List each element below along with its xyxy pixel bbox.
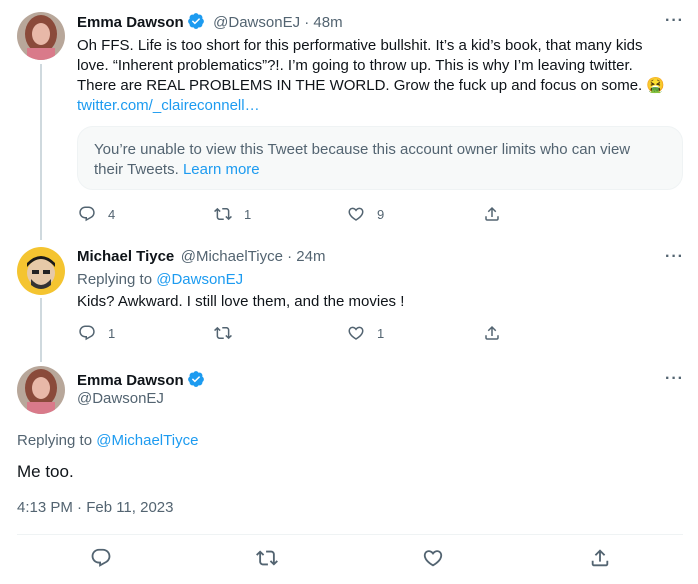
tweet-text: Kids? Awkward. I still love them, and th… bbox=[77, 293, 405, 310]
tweet-link[interactable]: twitter.com/_claireconnell… bbox=[77, 96, 687, 116]
like-count: 9 bbox=[377, 206, 385, 222]
share-icon bbox=[485, 206, 499, 221]
avatar-emma[interactable] bbox=[17, 12, 65, 60]
reply-count: 1 bbox=[108, 325, 116, 341]
verified-badge-icon bbox=[187, 370, 205, 388]
more-icon[interactable]: ··· bbox=[665, 248, 684, 266]
author-handle[interactable]: @DawsonEJ bbox=[77, 390, 164, 407]
tweet-text-line-1: Oh FFS. Life is too short for this perfo… bbox=[77, 37, 643, 54]
divider bbox=[17, 534, 683, 535]
quote-unavailable-text: You’re unable to view this Tweet because… bbox=[94, 141, 631, 158]
avatar-michael[interactable] bbox=[17, 247, 65, 295]
reply-icon bbox=[91, 548, 111, 567]
tweet-text-line-3: There are REAL PROBLEMS IN THE WORLD. Gr… bbox=[77, 77, 666, 94]
retweet-icon bbox=[214, 326, 232, 340]
thread-line-1 bbox=[40, 64, 42, 240]
reply-count: 4 bbox=[108, 206, 116, 222]
author-handle-time[interactable]: @MichaelTiyce · 24m bbox=[181, 248, 326, 265]
more-icon[interactable]: ··· bbox=[665, 12, 684, 30]
author-name[interactable]: Emma Dawson bbox=[77, 14, 184, 31]
retweet-button[interactable] bbox=[214, 324, 232, 342]
reply-button[interactable] bbox=[90, 547, 112, 569]
replying-to-handle[interactable]: @MichaelTiyce bbox=[96, 432, 198, 449]
reply-button[interactable]: 1 bbox=[78, 324, 115, 342]
replying-to: Replying to @MichaelTiyce bbox=[17, 431, 198, 451]
tweet-timestamp[interactable]: 4:13 PM · Feb 11, 2023 bbox=[17, 499, 173, 516]
share-button[interactable] bbox=[589, 547, 611, 569]
retweet-button[interactable]: 1 bbox=[214, 205, 251, 223]
retweet-button[interactable] bbox=[256, 547, 278, 569]
thread-line-2 bbox=[40, 298, 42, 362]
share-icon bbox=[485, 325, 499, 340]
verified-badge-icon bbox=[187, 12, 205, 30]
reply-icon bbox=[79, 325, 95, 341]
tweet-text: Me too. bbox=[17, 462, 74, 481]
like-icon bbox=[423, 550, 443, 567]
learn-more-link[interactable]: Learn more bbox=[183, 161, 260, 178]
like-button[interactable]: 1 bbox=[347, 324, 384, 342]
replying-to-label: Replying to bbox=[77, 271, 157, 288]
author-handle-time[interactable]: @DawsonEJ · 48m bbox=[213, 14, 342, 31]
replying-to-handle[interactable]: @DawsonEJ bbox=[156, 271, 243, 288]
avatar-emma[interactable] bbox=[17, 366, 65, 414]
share-button[interactable] bbox=[483, 324, 501, 342]
like-count: 1 bbox=[377, 325, 385, 341]
replying-to: Replying to @DawsonEJ bbox=[77, 270, 243, 290]
retweet-icon bbox=[256, 550, 278, 566]
author-name[interactable]: Michael Tiyce bbox=[77, 248, 174, 265]
like-icon bbox=[348, 207, 364, 221]
like-button[interactable]: 9 bbox=[347, 205, 384, 223]
reply-icon bbox=[79, 206, 95, 222]
quote-unavailable-text-2: their Tweets. bbox=[94, 161, 179, 178]
quote-tweet-unavailable: You’re unable to view this Tweet because… bbox=[77, 126, 683, 190]
retweet-icon bbox=[214, 207, 232, 221]
like-button[interactable] bbox=[422, 547, 444, 569]
retweet-count: 1 bbox=[244, 206, 252, 222]
share-button[interactable] bbox=[483, 205, 501, 223]
share-icon bbox=[591, 549, 609, 567]
like-icon bbox=[348, 326, 364, 340]
author-name[interactable]: Emma Dawson bbox=[77, 372, 184, 389]
reply-button[interactable]: 4 bbox=[78, 205, 115, 223]
tweet-text: Oh FFS. Life is too short for this perfo… bbox=[77, 36, 687, 116]
more-icon[interactable]: ··· bbox=[665, 370, 684, 388]
tweet-text-line-2: love. “Inherent problematics”?!. I’m goi… bbox=[77, 57, 633, 74]
replying-to-label: Replying to bbox=[17, 432, 97, 449]
